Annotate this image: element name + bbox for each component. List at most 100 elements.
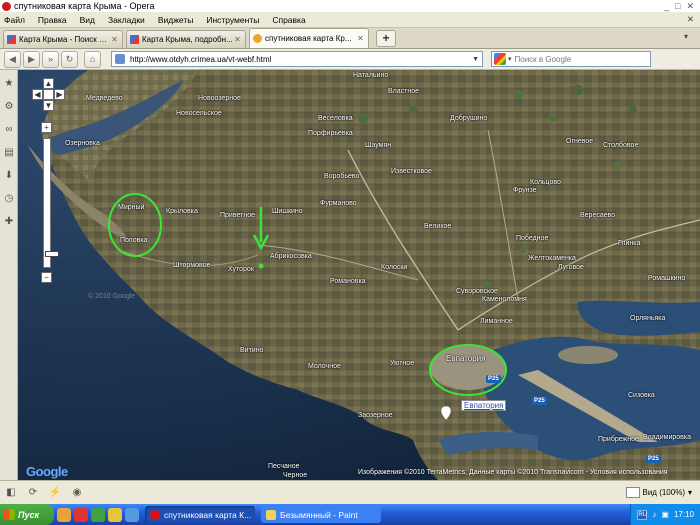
site-icon xyxy=(253,34,262,43)
window-controls: _ □ ✕ xyxy=(664,1,700,12)
downloads-icon[interactable]: ⬇ xyxy=(3,170,15,182)
place-label-evpatoria: Евпатория xyxy=(446,354,486,363)
tab-close-icon[interactable]: ✕ xyxy=(233,35,242,44)
pan-down-button[interactable]: ▼ xyxy=(43,100,54,111)
map-copyright: Изображения ©2010 TerraMetrics, Данные к… xyxy=(358,469,668,476)
paint-icon xyxy=(266,509,276,520)
turbo-icon[interactable]: ⚡ xyxy=(48,486,62,500)
place-label: Шишкино xyxy=(272,208,303,215)
place-label: Лиманное xyxy=(480,318,513,325)
forward-button[interactable]: ▶ xyxy=(23,50,40,68)
satellite-map[interactable]: Медведево Новоозерное Озерновка Мирный К… xyxy=(18,70,700,480)
zoom-slider-knob[interactable] xyxy=(45,251,59,257)
language-indicator[interactable]: RU xyxy=(637,509,648,520)
place-label: Кольцово xyxy=(530,179,561,186)
place-label: Хуторок xyxy=(228,266,254,273)
place-label: Фурманово xyxy=(320,200,357,207)
tab-close-icon[interactable]: ✕ xyxy=(356,34,365,43)
pan-center-button[interactable] xyxy=(43,89,54,100)
task-paint[interactable]: Безымянный - Paint xyxy=(261,506,381,523)
reload-button[interactable]: ↻ xyxy=(61,50,78,68)
reload-icon: ↻ xyxy=(65,53,74,64)
minimize-button[interactable]: _ xyxy=(664,1,669,12)
place-label: Витино xyxy=(240,347,264,354)
tab-list-icon[interactable]: ▾ xyxy=(684,32,696,46)
fast-forward-button[interactable]: » xyxy=(42,50,59,68)
google-icon xyxy=(7,35,16,44)
quicklaunch-icon[interactable] xyxy=(125,507,139,522)
title-bar: спутниковая карта Крыма - Opera _ □ ✕ xyxy=(0,0,700,12)
maximize-button[interactable]: □ xyxy=(675,1,680,12)
tab-crimea-map[interactable]: Карта Крыма, подробн... ✕ xyxy=(126,30,246,48)
unite-status-icon[interactable]: ⟳ xyxy=(26,486,40,500)
quicklaunch-icon[interactable] xyxy=(91,507,105,522)
quicklaunch-icon[interactable] xyxy=(74,507,88,522)
task-label: Безымянный - Paint xyxy=(280,509,358,520)
widgets-icon[interactable]: ⚙ xyxy=(3,101,15,113)
home-button[interactable]: ⌂ xyxy=(84,50,101,68)
chevron-down-icon[interactable]: ▾ xyxy=(508,55,512,63)
zoom-out-button[interactable]: − xyxy=(41,272,52,283)
add-panel-icon[interactable]: ✚ xyxy=(3,216,15,228)
start-button[interactable]: Пуск xyxy=(0,504,54,525)
quicklaunch-icon[interactable] xyxy=(57,507,71,522)
tab-label: спутниковая карта Кр... xyxy=(265,34,352,43)
bookmarks-icon[interactable]: ★ xyxy=(3,78,15,90)
zoom-in-button[interactable]: + xyxy=(41,122,52,133)
menu-view[interactable]: Вид xyxy=(80,15,95,25)
google-logo: Google xyxy=(26,464,68,479)
notes-icon[interactable]: ▤ xyxy=(3,147,15,159)
road-badge-p25: P25 xyxy=(532,397,547,405)
zoom-slider[interactable] xyxy=(43,138,59,268)
quicklaunch-icon[interactable] xyxy=(108,507,122,522)
menu-close-icon[interactable]: ✕ xyxy=(687,14,694,25)
place-label: Черное xyxy=(283,472,308,479)
unite-icon[interactable]: ∞ xyxy=(3,124,15,136)
address-value: http://www.otdyh.crimea.ua/vt-webf.html xyxy=(130,54,272,64)
menu-widgets[interactable]: Виджеты xyxy=(158,15,194,25)
place-label: Молочное xyxy=(308,363,341,370)
network-icon[interactable]: ▣ xyxy=(661,510,669,519)
tab-label: Карта Крыма - Поиск в ... xyxy=(19,35,110,44)
place-label: Орляньяка xyxy=(630,315,666,322)
place-label: Романовка xyxy=(330,278,366,285)
tab-search-crimea[interactable]: Карта Крыма - Поиск в ... ✕ xyxy=(3,30,123,48)
place-label: Победное xyxy=(516,235,549,242)
road-badge-p25: P25 xyxy=(646,455,661,463)
chevron-down-icon: ▾ xyxy=(687,488,692,497)
pan-right-button[interactable]: ▶ xyxy=(54,89,65,100)
task-opera[interactable]: спутниковая карта К... xyxy=(145,506,255,523)
pan-up-button[interactable]: ▲ xyxy=(43,78,54,89)
menu-tools[interactable]: Инструменты xyxy=(206,15,259,25)
close-button[interactable]: ✕ xyxy=(686,1,694,12)
search-field[interactable]: ▾ Поиск в Google xyxy=(491,51,651,67)
place-label: Властное xyxy=(388,88,420,95)
images-icon[interactable]: ◉ xyxy=(70,486,84,500)
window-title: спутниковая карта Крыма - Opera xyxy=(14,1,155,11)
zoom-level[interactable]: Вид (100%) ▾ xyxy=(625,487,692,498)
menu-edit[interactable]: Правка xyxy=(38,15,67,25)
menu-bar: Файл Правка Вид Закладки Виджеты Инструм… xyxy=(0,12,700,28)
place-link-evpatoria[interactable]: Евпатория xyxy=(461,400,507,411)
tab-close-icon[interactable]: ✕ xyxy=(110,35,119,44)
menu-bookmarks[interactable]: Закладки xyxy=(108,15,145,25)
taskbar: Пуск спутниковая карта К... Безымянный -… xyxy=(0,504,700,525)
menu-file[interactable]: Файл xyxy=(4,15,25,25)
panel-toggle-icon[interactable]: ◧ xyxy=(4,486,18,500)
place-label: Прибрежное xyxy=(598,436,639,443)
back-button[interactable]: ◀ xyxy=(4,50,21,68)
pan-left-button[interactable]: ◀ xyxy=(32,89,43,100)
tab-satellite-map[interactable]: спутниковая карта Кр... ✕ xyxy=(249,28,369,48)
opera-icon xyxy=(150,509,160,520)
place-label: Новоозерное xyxy=(198,95,241,102)
clock[interactable]: 17:10 xyxy=(674,510,694,519)
menu-help[interactable]: Справка xyxy=(272,15,305,25)
address-field[interactable]: http://www.otdyh.crimea.ua/vt-webf.html … xyxy=(111,51,483,67)
place-label: Абрикосовка xyxy=(270,253,312,260)
place-label: Новосельское xyxy=(176,110,222,117)
place-label: Столбовое xyxy=(603,142,639,149)
history-icon[interactable]: ◷ xyxy=(3,193,15,205)
new-tab-button[interactable]: + xyxy=(376,30,396,47)
chevron-down-icon[interactable]: ▼ xyxy=(472,56,479,63)
speaker-icon[interactable]: ♪ xyxy=(652,510,656,519)
